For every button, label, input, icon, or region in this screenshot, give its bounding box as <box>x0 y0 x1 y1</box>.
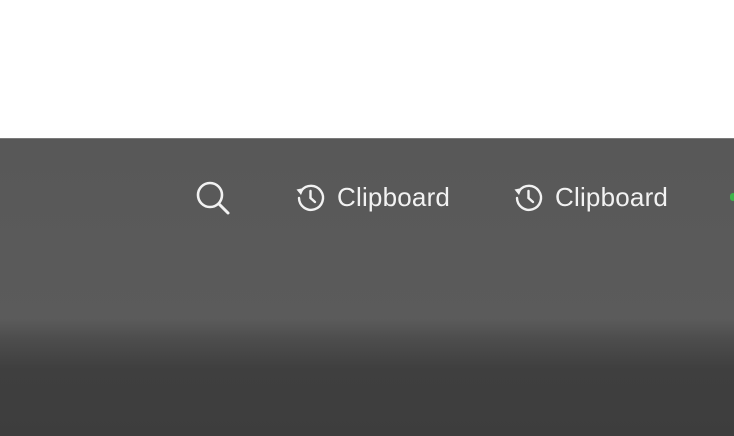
history-icon <box>294 181 326 213</box>
screen: Clipboard Clipboard <box>0 0 734 436</box>
history-icon <box>512 181 544 213</box>
menu-bar-extras: Clipboard Clipboard <box>0 139 734 257</box>
status-indicator[interactable] <box>730 193 734 201</box>
clipboard-menu-item-label: Clipboard <box>555 181 669 212</box>
spotlight-search-button[interactable] <box>194 179 232 217</box>
search-icon <box>196 181 230 215</box>
clipboard-menu-item[interactable]: Clipboard <box>512 179 668 215</box>
clipboard-menu-item-label: Clipboard <box>337 181 451 212</box>
menu-bar: Clipboard Clipboard <box>0 138 734 436</box>
window-content-area <box>0 0 734 138</box>
clipboard-menu-item[interactable]: Clipboard <box>294 179 450 215</box>
